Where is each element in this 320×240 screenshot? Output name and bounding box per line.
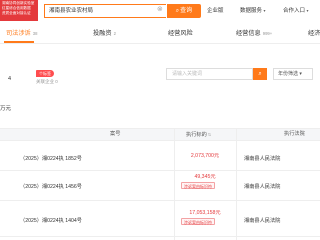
table-header [0,128,320,141]
clear-search-icon[interactable]: ⊗ [157,5,163,15]
nav-cooperation-label: 合作入口 [283,8,306,14]
active-tab-indicator [4,41,34,43]
row-divider [0,236,320,237]
column-header-amount[interactable]: 执行标的⇅ [186,128,211,142]
search-input[interactable]: 湘南县农业农村局 [44,4,166,18]
tab-label: 经营风险 [168,30,193,37]
case-number[interactable]: （2025）湘0224执 1456号 [20,183,82,191]
tab-label: 投融资 [93,30,112,37]
nav-cooperation[interactable]: 合作入口 ▾ [283,6,309,16]
search-icon: ⌕ [175,8,180,14]
tab-label: 司法涉诉 [6,30,31,37]
column-header-court: 执行法院 [284,131,305,137]
site-logo[interactable]: 湖南协同创新实验室 红星综合信用数据 资质全面对接认证 [0,0,38,21]
tab-label: 经营信息 [236,30,261,37]
tab-judicial-litigation[interactable]: 司法涉诉 38 [6,27,37,41]
search-icon: ⌕ [258,71,262,77]
chevron-down-icon: ▾ [306,8,309,13]
tab-count: 999+ [262,31,273,36]
column-divider [236,128,237,240]
sort-icon: ⇅ [207,132,212,137]
tag-badge[interactable]: 个标签 [36,70,54,77]
tab-investment[interactable]: 投融资 2 [93,27,116,41]
row-divider [0,200,320,201]
execution-amount: 17,053,158元 [189,210,221,216]
case-number[interactable]: （2025）湘0224执 1404号 [20,217,82,225]
search-button-label: 查询 [180,8,193,14]
tab-count: 2 [113,31,116,36]
execution-amount: 2,073,700元 [190,153,220,159]
year-filter-select[interactable]: 年份筛选 ▾ [273,68,313,80]
tab-count: 38 [32,31,38,36]
nav-enterprise-label: 企业版 [207,8,224,14]
column-header-amount-label: 执行标的 [186,132,207,138]
result-count: 4 [8,76,12,82]
nav-enterprise-edition[interactable]: 企业版 [207,6,224,16]
tab-economy[interactable]: 经济 [308,27,320,41]
tab-business-risk[interactable]: 经营风险 [168,27,193,41]
column-divider [174,128,175,240]
court-name: 湘南县人民法院 [244,184,281,190]
tab-label: 经济 [308,30,320,37]
keyword-filter-input[interactable]: 请输入关键词 [166,68,253,80]
court-name: 湘南县人民法院 [244,218,281,224]
unit-label: 万元 [0,106,12,112]
search-button[interactable]: ⌕查询 [167,4,201,18]
row-divider [0,170,320,171]
execution-amount: 49,345元 [194,174,216,180]
logo-line-3: 资质全面对接认证 [2,11,31,15]
tab-business-info[interactable]: 经营信息 999+ [236,27,272,41]
column-header-case-no: 案号 [110,131,121,137]
nav-data-service[interactable]: 数据服务 ▾ [240,6,266,16]
chevron-down-icon: ▾ [263,8,266,13]
related-companies[interactable]: 关联企业 0 [36,79,58,85]
case-number[interactable]: （2025）湘0224执 1852号 [20,155,82,163]
nav-data-service-label: 数据服务 [240,8,263,14]
case-tag[interactable]: 涉诉案由标识符 [181,182,215,189]
filter-search-button[interactable]: ⌕ [253,68,267,80]
case-tag[interactable]: 涉诉案由标识符 [181,218,215,225]
court-name: 湘南县人民法院 [244,156,281,162]
